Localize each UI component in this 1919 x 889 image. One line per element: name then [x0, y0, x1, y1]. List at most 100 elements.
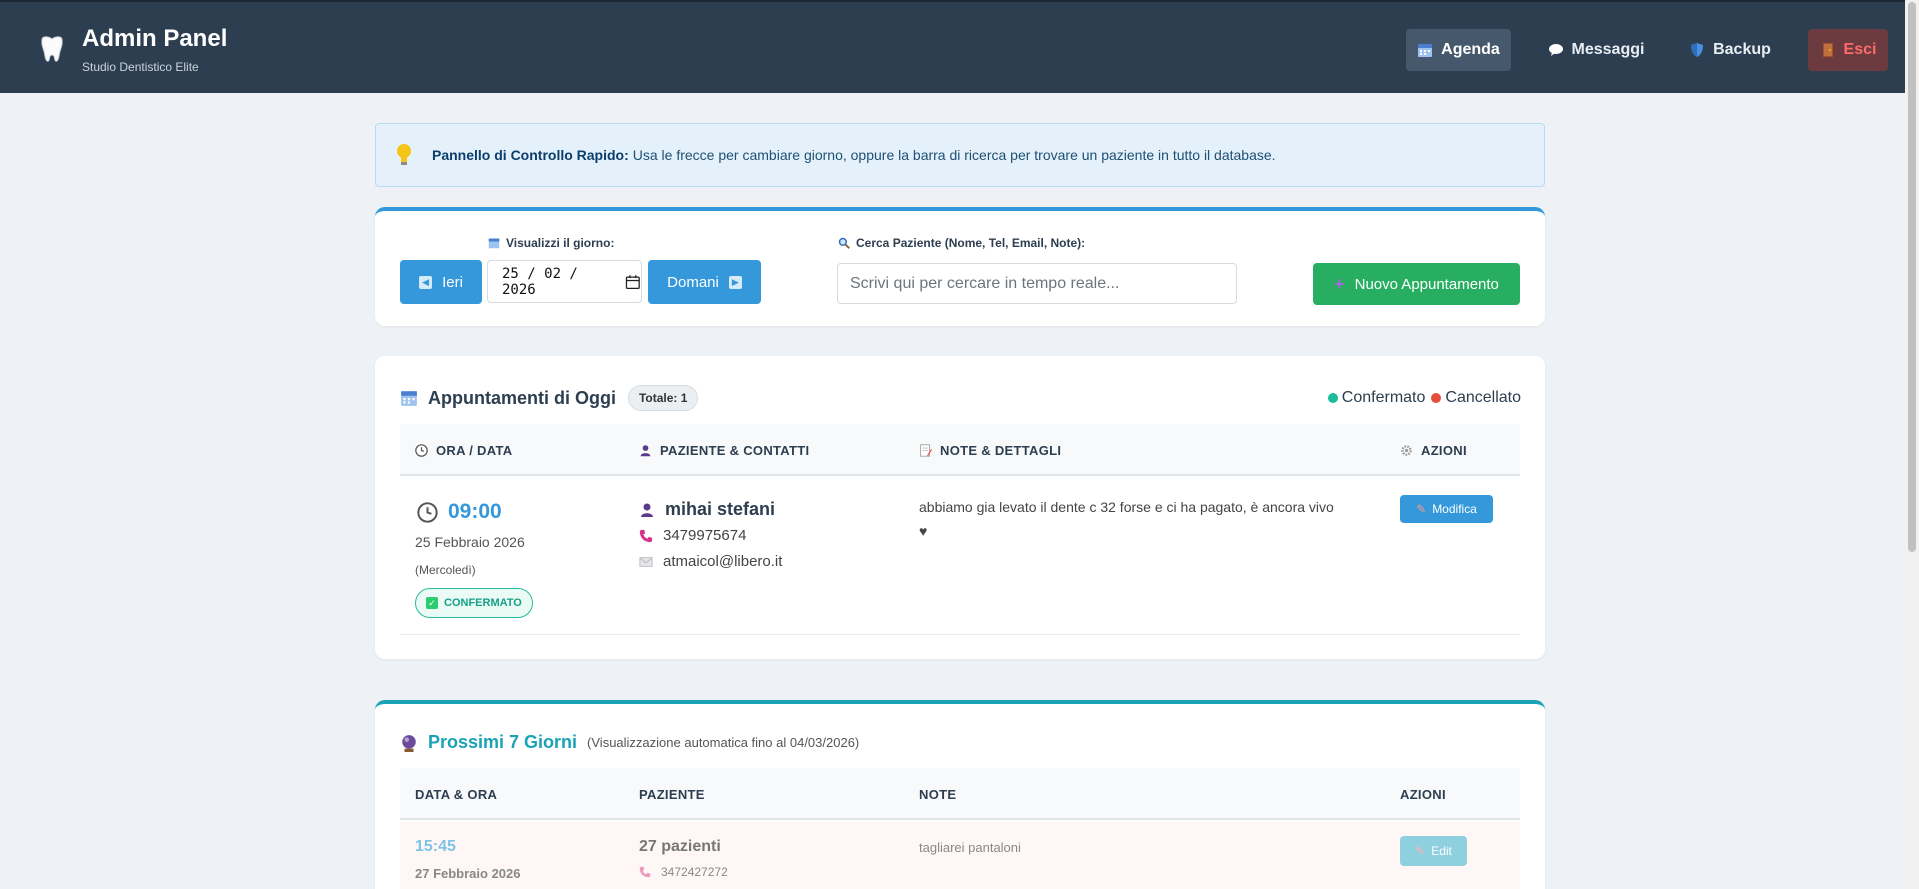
new-appointment-label: Nuovo Appuntamento	[1354, 275, 1499, 293]
appointment-weekday: (Mercoledì)	[415, 563, 476, 577]
envelope-icon	[639, 556, 653, 567]
app-title: Admin Panel	[82, 25, 228, 52]
header-patient: PAZIENTE	[639, 786, 705, 802]
info-title: Pannello di Controllo Rapido:	[432, 147, 629, 163]
next-title: Prossimi 7 Giorni	[428, 732, 578, 752]
next-appointment-note: tagliarei pantaloni	[919, 840, 1021, 855]
confirmed-dot	[1327, 393, 1338, 403]
cancelled-dot	[1431, 393, 1442, 403]
appointment-note: abbiamo gia levato il dente c 32 forse e…	[919, 499, 1334, 515]
appointment-time-value: 09:00	[448, 500, 502, 523]
next-patient-phone: 3472427272	[639, 865, 728, 879]
arrow-right-icon: ▶	[728, 275, 742, 289]
clock-icon	[415, 443, 428, 457]
brand: Admin Panel Studio Dentistico Elite	[36, 24, 227, 74]
tooth-icon	[41, 36, 63, 62]
search-label-text: Cerca Paziente (Nome, Tel, Email, Note):	[856, 236, 1086, 250]
crystal-ball-icon	[402, 734, 416, 752]
patient-email-value: atmaicol@libero.it	[663, 553, 783, 570]
header-notes: NOTE & DETTAGLI	[919, 424, 1061, 476]
info-text: Usa le frecce per cambiare giorno, oppur…	[632, 147, 1276, 163]
nav-esci-button[interactable]: Esci	[1808, 29, 1888, 71]
date-label: Visualizzi il giorno:	[488, 236, 614, 250]
nav-messaggi-label: Messaggi	[1571, 41, 1645, 58]
header-actions: AZIONI	[1400, 424, 1467, 476]
legend-confirmed: Confermato	[1341, 389, 1426, 406]
info-banner: Pannello di Controllo Rapido: Usa le fre…	[375, 123, 1545, 187]
scrollbar-thumb[interactable]	[1908, 2, 1916, 552]
app-subtitle: Studio Dentistico Elite	[82, 60, 199, 74]
phone-icon	[639, 529, 653, 542]
prev-day-label: Ieri	[442, 273, 463, 291]
status-badge: ✓ CONFERMATO	[415, 588, 533, 618]
patient-phone: 3479975674	[639, 527, 746, 544]
nav-backup-label: Backup	[1713, 41, 1771, 58]
patient-phone-value: 3479975674	[663, 527, 747, 544]
today-section-title: Appuntamenti di Oggi Totale: 1	[400, 385, 699, 411]
today-appointments-card: Appuntamenti di Oggi Totale: 1 Confermat…	[375, 356, 1545, 659]
calendar-icon	[1418, 44, 1433, 57]
appointment-note-symbol: ♥	[919, 523, 928, 539]
next-day-button[interactable]: Domani ▶	[648, 260, 761, 304]
header-actions: AZIONI	[1400, 786, 1446, 802]
magnifier-icon	[838, 237, 850, 249]
calendar-icon	[401, 391, 417, 406]
table-row: 09:00 25 Febbraio 2026 (Mercoledì) ✓ CON…	[400, 478, 1520, 635]
patient-email: atmaicol@libero.it	[639, 553, 782, 570]
arrow-left-icon: ◀	[419, 275, 433, 289]
search-input[interactable]	[837, 263, 1237, 304]
header-actions-label: AZIONI	[1421, 442, 1467, 458]
nav-messaggi-button[interactable]: Messaggi	[1540, 29, 1652, 71]
calendar-icon	[488, 238, 500, 249]
next-appointment-date: 27 Febbraio 2026	[415, 866, 521, 881]
scrollbar[interactable]	[1905, 0, 1919, 889]
next-patient-phone-value: 3472427272	[661, 865, 728, 879]
date-value: 25 / 02 / 2026	[502, 265, 578, 298]
new-appointment-button[interactable]: + Nuovo Appuntamento	[1313, 263, 1520, 305]
edit-next-button-label: Edit	[1431, 844, 1452, 858]
top-navbar: Admin Panel Studio Dentistico Elite Agen…	[0, 0, 1919, 93]
person-icon	[641, 503, 653, 517]
edit-next-appointment-button[interactable]: ✎ Edit	[1400, 836, 1467, 866]
next-section-title: Prossimi 7 Giorni (Visualizzazione autom…	[400, 732, 859, 753]
status-legend: Confermato Cancellato	[1327, 389, 1521, 407]
gear-icon	[1401, 444, 1412, 456]
speech-bubble-icon	[1548, 44, 1563, 56]
nav-backup-button[interactable]: Backup	[1680, 29, 1780, 71]
shield-icon	[1691, 43, 1704, 57]
next-days-card: Prossimi 7 Giorni (Visualizzazione autom…	[375, 700, 1545, 889]
calendar-picker-icon[interactable]	[625, 274, 641, 290]
next-table-header: DATA & ORA PAZIENTE NOTE AZIONI	[400, 768, 1520, 820]
checkmark-icon: ✓	[426, 597, 438, 609]
controls-card: ◀ Ieri Visualizzi il giorno: 25 / 02 / 2…	[375, 207, 1545, 326]
phone-icon	[639, 866, 651, 878]
next-day-label: Domani	[667, 273, 719, 291]
header-time-label: ORA / DATA	[436, 442, 513, 458]
header-notes: NOTE	[919, 786, 957, 802]
total-badge: Totale: 1	[627, 385, 699, 411]
lightbulb-icon	[397, 144, 411, 165]
appointment-time: 09:00	[417, 500, 502, 524]
status-badge-label: CONFERMATO	[444, 597, 522, 609]
table-row: 15:45 27 Febbraio 2026 27 pazienti 34724…	[400, 822, 1520, 889]
next-appointment-time: 15:45	[415, 838, 456, 855]
nav-agenda-label: Agenda	[1441, 41, 1500, 58]
next-patient-name: 27 pazienti	[639, 838, 721, 855]
header-time: ORA / DATA	[415, 424, 512, 476]
pencil-icon: ✎	[1416, 502, 1427, 516]
date-label-text: Visualizzi il giorno:	[506, 236, 615, 250]
header-date-time: DATA & ORA	[415, 786, 498, 802]
patient-name-value: mihai stefani	[665, 499, 776, 519]
prev-day-button[interactable]: ◀ Ieri	[400, 260, 482, 304]
memo-icon	[920, 443, 932, 457]
today-title: Appuntamenti di Oggi	[428, 387, 616, 408]
edit-appointment-button[interactable]: ✎ Modifica	[1400, 495, 1493, 523]
header-notes-label: NOTE & DETTAGLI	[940, 442, 1062, 458]
plus-icon: +	[1334, 273, 1345, 294]
door-icon	[1822, 43, 1833, 57]
next-subtitle: (Visualizzazione automatica fino al 04/0…	[587, 735, 860, 750]
pencil-icon: ✎	[1415, 844, 1426, 858]
patient-name: mihai stefani	[639, 499, 775, 520]
date-picker[interactable]: 25 / 02 / 2026	[487, 260, 642, 303]
nav-agenda-button[interactable]: Agenda	[1406, 29, 1511, 71]
